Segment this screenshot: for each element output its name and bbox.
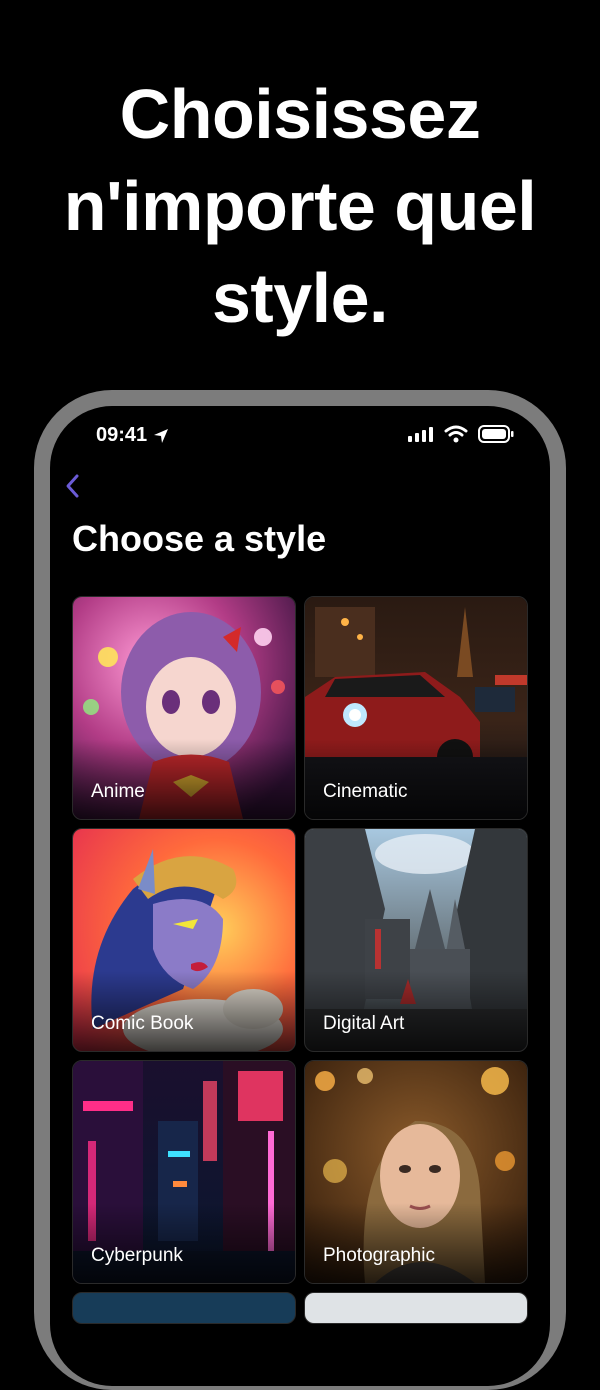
page-title: Choose a style <box>72 518 327 559</box>
style-card-label: Comic Book <box>91 1013 194 1034</box>
headline: Choisissez n'importe quel style. <box>0 68 600 344</box>
style-card-label: Cinematic <box>323 781 408 802</box>
style-card-digital-art[interactable]: Digital Art <box>304 828 528 1052</box>
style-card-photographic[interactable]: Photographic <box>304 1060 528 1284</box>
headline-line-1: Choisissez <box>119 75 481 153</box>
headline-line-3: style. <box>212 259 389 337</box>
card-shade <box>305 1203 527 1283</box>
card-shade <box>73 1203 295 1283</box>
phone-screen: 09:41 Choose a style Anime Cinematic Com… <box>50 406 550 1386</box>
style-card-label: Cyberpunk <box>91 1245 183 1266</box>
style-card-comic-book[interactable]: Comic Book <box>72 828 296 1052</box>
style-card-partial-left[interactable] <box>72 1292 296 1324</box>
style-card-label: Photographic <box>323 1245 435 1266</box>
status-icons <box>408 425 514 443</box>
style-card-label: Digital Art <box>323 1013 405 1034</box>
card-shade <box>73 739 295 819</box>
headline-line-2: n'importe quel <box>63 167 537 245</box>
card-shade <box>305 971 527 1051</box>
card-shade <box>305 739 527 819</box>
battery-icon <box>478 425 514 443</box>
style-card-partial-right[interactable] <box>304 1292 528 1324</box>
style-card-label: Anime <box>91 781 145 802</box>
wifi-icon <box>444 425 468 443</box>
location-arrow-icon <box>154 428 169 443</box>
status-time: 09:41 <box>96 424 169 447</box>
card-shade <box>73 971 295 1051</box>
status-time-text: 09:41 <box>96 424 148 446</box>
style-card-anime[interactable]: Anime <box>72 596 296 820</box>
style-card-cyberpunk[interactable]: Cyberpunk <box>72 1060 296 1284</box>
status-bar: 09:41 <box>50 406 550 466</box>
signal-bars-icon <box>408 427 433 442</box>
chevron-left-icon[interactable] <box>62 472 84 500</box>
style-card-cinematic[interactable]: Cinematic <box>304 596 528 820</box>
